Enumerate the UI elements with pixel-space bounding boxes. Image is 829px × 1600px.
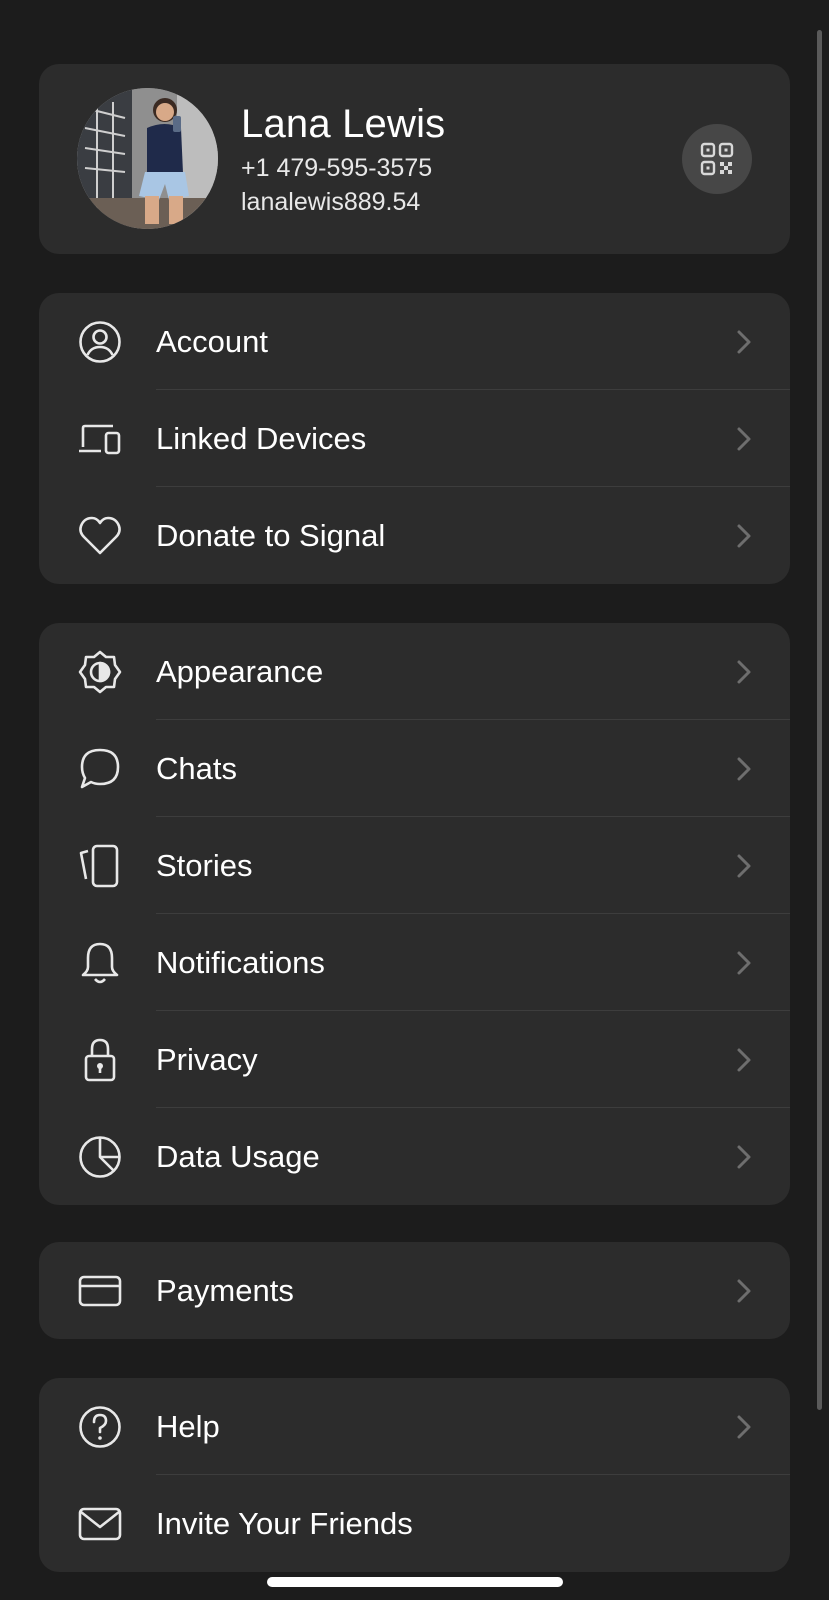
chevron-right-icon xyxy=(737,1279,751,1303)
settings-item-chats[interactable]: Chats xyxy=(39,720,790,817)
qr-code-icon xyxy=(700,142,734,176)
settings-item-label: Privacy xyxy=(156,1042,258,1077)
settings-item-payments[interactable]: Payments xyxy=(39,1242,790,1339)
heart-icon xyxy=(79,516,121,555)
profile-phone: +1 479-595-3575 xyxy=(241,154,433,182)
chevron-right-icon xyxy=(737,330,751,354)
settings-item-data-usage[interactable]: Data Usage xyxy=(39,1108,790,1205)
settings-section-payments: Payments xyxy=(39,1242,790,1339)
envelope-icon xyxy=(78,1507,122,1541)
chevron-right-icon xyxy=(737,427,751,451)
settings-item-invite-friends[interactable]: Invite Your Friends xyxy=(39,1475,790,1572)
chat-bubble-icon xyxy=(80,748,120,789)
settings-item-privacy[interactable]: Privacy xyxy=(39,1011,790,1108)
bell-icon xyxy=(81,942,119,984)
settings-item-label: Payments xyxy=(156,1273,294,1308)
stories-icon xyxy=(79,844,119,888)
settings-item-label: Help xyxy=(156,1409,220,1444)
credit-card-icon xyxy=(78,1275,122,1307)
settings-item-label: Donate to Signal xyxy=(156,518,386,553)
chevron-right-icon xyxy=(737,1048,751,1072)
settings-item-label: Account xyxy=(156,324,269,359)
settings-item-notifications[interactable]: Notifications xyxy=(39,914,790,1011)
settings-item-label: Invite Your Friends xyxy=(156,1506,413,1541)
pie-chart-icon xyxy=(79,1136,121,1178)
appearance-icon xyxy=(78,650,122,694)
settings-item-label: Chats xyxy=(156,751,237,786)
person-circle-icon xyxy=(79,321,121,363)
settings-item-label: Data Usage xyxy=(156,1139,320,1174)
chevron-right-icon xyxy=(737,1415,751,1439)
settings-item-help[interactable]: Help xyxy=(39,1378,790,1475)
chevron-right-icon xyxy=(737,660,751,684)
qr-code-button[interactable] xyxy=(682,124,752,194)
chevron-right-icon xyxy=(737,524,751,548)
settings-section-preferences: Appearance Chats Stories Notifications P… xyxy=(39,623,790,1205)
settings-item-label: Notifications xyxy=(156,945,325,980)
profile-username: lanalewis889.54 xyxy=(241,188,421,216)
profile-name: Lana Lewis xyxy=(241,102,446,146)
avatar xyxy=(77,88,218,229)
scrollbar[interactable] xyxy=(817,30,822,1410)
chevron-right-icon xyxy=(737,1145,751,1169)
settings-item-linked-devices[interactable]: Linked Devices xyxy=(39,390,790,487)
home-indicator[interactable] xyxy=(267,1577,563,1587)
settings-item-account[interactable]: Account xyxy=(39,293,790,390)
settings-item-label: Linked Devices xyxy=(156,421,367,456)
settings-section-support: Help Invite Your Friends xyxy=(39,1378,790,1572)
settings-item-donate[interactable]: Donate to Signal xyxy=(39,487,790,584)
chevron-right-icon xyxy=(737,951,751,975)
chevron-right-icon xyxy=(737,757,751,781)
settings-item-label: Stories xyxy=(156,848,253,883)
help-icon xyxy=(79,1406,121,1448)
devices-icon xyxy=(79,424,121,455)
profile-card[interactable]: Lana Lewis +1 479-595-3575 lanalewis889.… xyxy=(39,64,790,254)
settings-item-stories[interactable]: Stories xyxy=(39,817,790,914)
settings-item-appearance[interactable]: Appearance xyxy=(39,623,790,720)
chevron-right-icon xyxy=(737,854,751,878)
settings-section-account: Account Linked Devices Donate to Signal xyxy=(39,293,790,584)
settings-item-label: Appearance xyxy=(156,654,324,689)
lock-icon xyxy=(84,1038,116,1082)
